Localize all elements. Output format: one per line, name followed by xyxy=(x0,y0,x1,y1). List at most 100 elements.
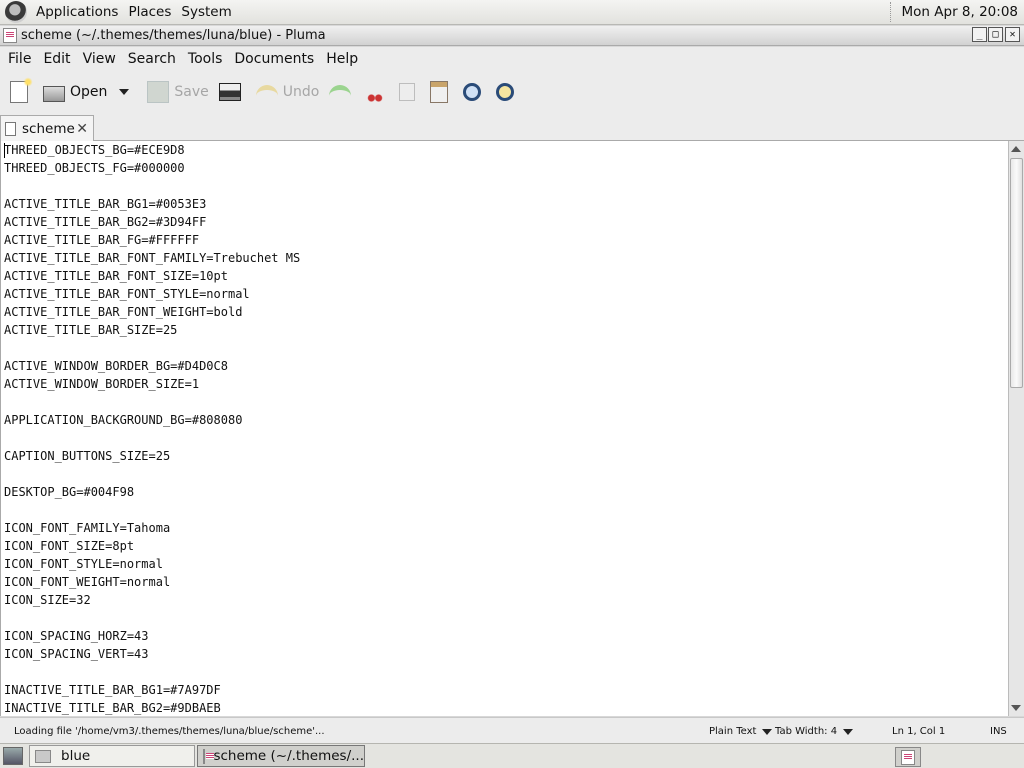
paste-button[interactable] xyxy=(426,76,457,108)
code-line: ICON_FONT_STYLE=normal xyxy=(4,557,163,571)
code-line: THREED_OBJECTS_FG=#000000 xyxy=(4,161,185,175)
task-button-scheme[interactable]: scheme (~/.themes/... xyxy=(197,745,365,767)
tab-label: scheme xyxy=(22,120,75,137)
menu-view[interactable]: View xyxy=(77,51,122,67)
applications-menu[interactable]: Applications xyxy=(31,0,123,25)
text-editor[interactable]: THREED_OBJECTS_BG=#ECE9D8 THREED_OBJECTS_… xyxy=(0,141,1008,716)
menu-tools[interactable]: Tools xyxy=(182,51,229,67)
pluma-app-icon[interactable] xyxy=(3,28,17,43)
bottom-taskbar: blue scheme (~/.themes/... xyxy=(0,743,1024,768)
code-line: ACTIVE_TITLE_BAR_BG1=#0053E3 xyxy=(4,197,207,211)
code-line: ICON_FONT_WEIGHT=normal xyxy=(4,575,171,589)
tab-width-dropdown-icon xyxy=(843,728,854,735)
new-document-button[interactable] xyxy=(6,76,37,108)
tray-pluma-icon[interactable] xyxy=(895,747,921,767)
status-message: Loading file '/home/vm3/.themes/themes/l… xyxy=(14,726,325,737)
save-button[interactable]: Save xyxy=(143,76,212,108)
scrollbar-thumb[interactable] xyxy=(1010,158,1023,388)
pluma-tray-glyph-icon xyxy=(901,749,915,765)
code-line: APPLICATION_BACKGROUND_BG=#808080 xyxy=(4,413,243,427)
code-line: DESKTOP_BG=#004F98 xyxy=(4,485,135,499)
text-document-icon xyxy=(5,121,16,136)
find-replace-button[interactable] xyxy=(492,76,523,108)
close-tab-icon[interactable]: ✕ xyxy=(76,121,88,137)
menu-documents[interactable]: Documents xyxy=(228,51,320,67)
language-selector[interactable]: Plain Text xyxy=(709,726,773,737)
redo-icon xyxy=(329,85,352,99)
tab-scheme[interactable]: scheme ✕ xyxy=(0,115,94,141)
code-line: CAPTION_BUTTONS_SIZE=25 xyxy=(4,449,171,463)
menu-search[interactable]: Search xyxy=(122,51,182,67)
code-line: ACTIVE_TITLE_BAR_FG=#FFFFFF xyxy=(4,233,200,247)
top-panel: Applications Places System Mon Apr 8, 20… xyxy=(0,0,1024,25)
menu-file[interactable]: File xyxy=(2,51,37,67)
folder-icon xyxy=(35,749,51,763)
text-caret xyxy=(4,143,5,158)
menu-edit[interactable]: Edit xyxy=(37,51,76,67)
find-replace-icon xyxy=(496,83,515,101)
panel-separator xyxy=(889,2,892,22)
code-line: ICON_SPACING_VERT=43 xyxy=(4,647,149,661)
code-line: THREED_OBJECTS_BG=#ECE9D8 xyxy=(4,143,185,157)
clipboard-icon xyxy=(430,81,449,103)
task-button-blue[interactable]: blue xyxy=(29,745,195,767)
show-desktop-icon[interactable] xyxy=(3,747,23,765)
magnifier-icon xyxy=(463,83,482,101)
document-tabbar: scheme ✕ xyxy=(0,113,1024,141)
system-menu[interactable]: System xyxy=(176,0,236,25)
close-button[interactable]: ✕ xyxy=(1005,27,1020,42)
toolbar: Open Save Undo xyxy=(0,71,1024,113)
scroll-down-arrow-icon[interactable] xyxy=(1011,705,1021,711)
find-button[interactable] xyxy=(459,76,490,108)
print-icon xyxy=(218,83,241,101)
code-text: THREED_OBJECTS_BG=#ECE9D8 THREED_OBJECTS_… xyxy=(1,141,1008,716)
scissors-icon xyxy=(366,82,385,102)
code-line: INACTIVE_TITLE_BAR_BG2=#9DBAEB xyxy=(4,701,221,715)
copy-button[interactable] xyxy=(395,76,424,108)
undo-label: Undo xyxy=(282,84,320,100)
code-line: ACTIVE_WINDOW_BORDER_BG=#D4D0C8 xyxy=(4,359,228,373)
clock-area: Mon Apr 8, 20:08 xyxy=(889,0,1024,25)
tab-width-selector[interactable]: Tab Width: 4 xyxy=(775,726,854,737)
open-label: Open xyxy=(70,84,108,100)
window-title: scheme (~/.themes/themes/luna/blue) - Pl… xyxy=(21,28,326,43)
statusbar: Loading file '/home/vm3/.themes/themes/l… xyxy=(0,717,1024,743)
gnome-foot-icon[interactable] xyxy=(5,1,27,23)
code-line: ACTIVE_TITLE_BAR_FONT_STYLE=normal xyxy=(4,287,250,301)
menu-help[interactable]: Help xyxy=(320,51,364,67)
new-document-icon xyxy=(10,77,33,103)
code-line: ACTIVE_TITLE_BAR_FONT_WEIGHT=bold xyxy=(4,305,243,319)
code-line: ICON_SIZE=32 xyxy=(4,593,91,607)
minimize-button[interactable]: _ xyxy=(972,27,987,42)
maximize-button[interactable]: □ xyxy=(988,27,1003,42)
copy-icon xyxy=(399,83,416,101)
language-label: Plain Text xyxy=(709,726,757,737)
save-label: Save xyxy=(174,84,209,100)
pluma-task-icon xyxy=(203,748,217,764)
undo-icon xyxy=(255,85,278,99)
code-line: INACTIVE_TITLE_BAR_BG1=#7A97DF xyxy=(4,683,221,697)
undo-button[interactable]: Undo xyxy=(252,76,324,108)
open-button[interactable]: Open xyxy=(39,76,111,108)
recent-files-dropdown-icon[interactable] xyxy=(119,89,130,95)
code-line: ICON_FONT_FAMILY=Tahoma xyxy=(4,521,171,535)
cut-button[interactable] xyxy=(362,76,393,108)
scroll-up-arrow-icon[interactable] xyxy=(1011,146,1021,152)
code-line: ACTIVE_TITLE_BAR_BG2=#3D94FF xyxy=(4,215,207,229)
task-label-blue: blue xyxy=(61,748,91,764)
print-button[interactable] xyxy=(215,76,250,108)
places-menu[interactable]: Places xyxy=(123,0,176,25)
vertical-scrollbar[interactable] xyxy=(1008,141,1024,716)
folder-open-icon xyxy=(43,86,65,102)
task-label-scheme: scheme (~/.themes/... xyxy=(213,748,364,764)
window-titlebar[interactable]: scheme (~/.themes/themes/luna/blue) - Pl… xyxy=(0,26,1024,46)
redo-button[interactable] xyxy=(325,76,360,108)
clock[interactable]: Mon Apr 8, 20:08 xyxy=(902,4,1024,20)
code-line: ACTIVE_TITLE_BAR_SIZE=25 xyxy=(4,323,178,337)
